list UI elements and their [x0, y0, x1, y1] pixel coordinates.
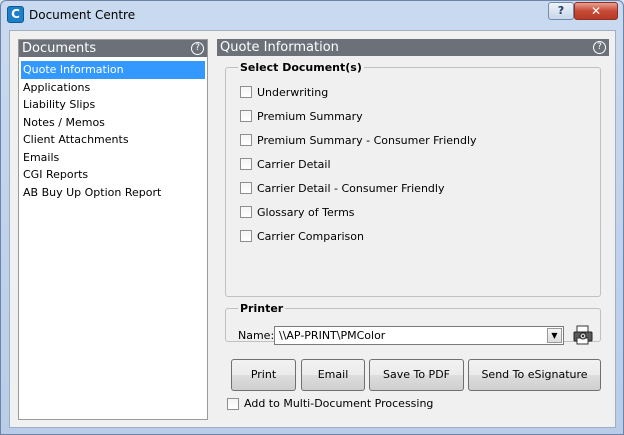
quote-information-header: Quote Information ?: [217, 39, 609, 56]
premium-summary-consumer-label: Premium Summary - Consumer Friendly: [257, 133, 477, 147]
carrier-comparison-label: Carrier Comparison: [257, 229, 364, 243]
documents-panel: Documents ? Quote Information Applicatio…: [18, 39, 208, 420]
send-to-esignature-button[interactable]: Send To eSignature: [468, 359, 601, 391]
window-help-button[interactable]: ?: [548, 2, 574, 20]
documents-list: Quote Information Applications Liability…: [19, 57, 207, 201]
printer-settings-icon[interactable]: [572, 324, 594, 346]
printer-legend: Printer: [240, 302, 284, 315]
chevron-down-icon[interactable]: ▼: [547, 328, 562, 343]
window-close-button[interactable]: ✕: [574, 2, 618, 20]
carrier-comparison-checkbox[interactable]: [240, 230, 252, 242]
documents-item-client-attachments[interactable]: Client Attachments: [21, 131, 205, 149]
select-documents-legend: Select Document(s): [240, 61, 362, 74]
documents-item-emails[interactable]: Emails: [21, 149, 205, 167]
title-bar[interactable]: C Document Centre ? ✕: [1, 1, 623, 29]
premium-summary-label: Premium Summary: [257, 109, 363, 123]
documents-help-icon[interactable]: ?: [191, 42, 204, 55]
premium-summary-checkbox[interactable]: [240, 110, 252, 122]
print-button[interactable]: Print: [231, 359, 296, 391]
option-carrier-detail-consumer[interactable]: Carrier Detail - Consumer Friendly: [232, 176, 600, 200]
quote-information-panel: Quote Information ? Select Document(s) U…: [217, 39, 609, 420]
client-area: Documents ? Quote Information Applicatio…: [9, 30, 616, 428]
window-title: Document Centre: [29, 8, 136, 22]
carrier-detail-consumer-label: Carrier Detail - Consumer Friendly: [257, 181, 445, 195]
documents-item-liability-slips[interactable]: Liability Slips: [21, 96, 205, 114]
select-documents-group: Select Document(s) Underwriting Premium …: [225, 61, 601, 297]
option-premium-summary-consumer[interactable]: Premium Summary - Consumer Friendly: [232, 128, 600, 152]
underwriting-label: Underwriting: [257, 85, 329, 99]
printer-group: Printer Name: \\AP-PRINT\PMColor ▼: [225, 302, 601, 345]
email-button[interactable]: Email: [301, 359, 365, 391]
option-premium-summary[interactable]: Premium Summary: [232, 104, 600, 128]
carrier-detail-consumer-checkbox[interactable]: [240, 182, 252, 194]
glossary-of-terms-checkbox[interactable]: [240, 206, 252, 218]
documents-header-title: Documents: [22, 41, 97, 56]
multi-document-checkbox[interactable]: [227, 397, 239, 410]
option-underwriting[interactable]: Underwriting: [232, 80, 600, 104]
option-glossary-of-terms[interactable]: Glossary of Terms: [232, 200, 600, 224]
printer-select[interactable]: \\AP-PRINT\PMColor ▼: [274, 326, 564, 345]
multi-document-label: Add to Multi-Document Processing: [244, 397, 434, 410]
documents-item-quote-information[interactable]: Quote Information: [21, 61, 205, 79]
printer-selected-value: \\AP-PRINT\PMColor: [279, 329, 386, 342]
carrier-detail-label: Carrier Detail: [257, 157, 331, 171]
option-carrier-detail[interactable]: Carrier Detail: [232, 152, 600, 176]
documents-item-applications[interactable]: Applications: [21, 79, 205, 97]
carrier-detail-checkbox[interactable]: [240, 158, 252, 170]
quote-information-header-title: Quote Information: [220, 40, 339, 55]
save-to-pdf-button[interactable]: Save To PDF: [369, 359, 464, 391]
printer-name-label: Name:: [238, 329, 275, 342]
app-icon: C: [7, 6, 24, 23]
document-centre-window: C Document Centre ? ✕ Documents ? Quote …: [0, 0, 624, 435]
underwriting-checkbox[interactable]: [240, 86, 252, 98]
documents-item-cgi-reports[interactable]: CGI Reports: [21, 166, 205, 184]
option-carrier-comparison[interactable]: Carrier Comparison: [232, 224, 600, 248]
premium-summary-consumer-checkbox[interactable]: [240, 134, 252, 146]
multi-document-option[interactable]: Add to Multi-Document Processing: [227, 397, 433, 410]
quote-information-help-icon[interactable]: ?: [593, 41, 606, 54]
documents-item-notes-memos[interactable]: Notes / Memos: [21, 114, 205, 132]
documents-header: Documents ?: [19, 40, 207, 57]
glossary-of-terms-label: Glossary of Terms: [257, 205, 355, 219]
documents-item-ab-buy-up-option-report[interactable]: AB Buy Up Option Report: [21, 184, 205, 202]
